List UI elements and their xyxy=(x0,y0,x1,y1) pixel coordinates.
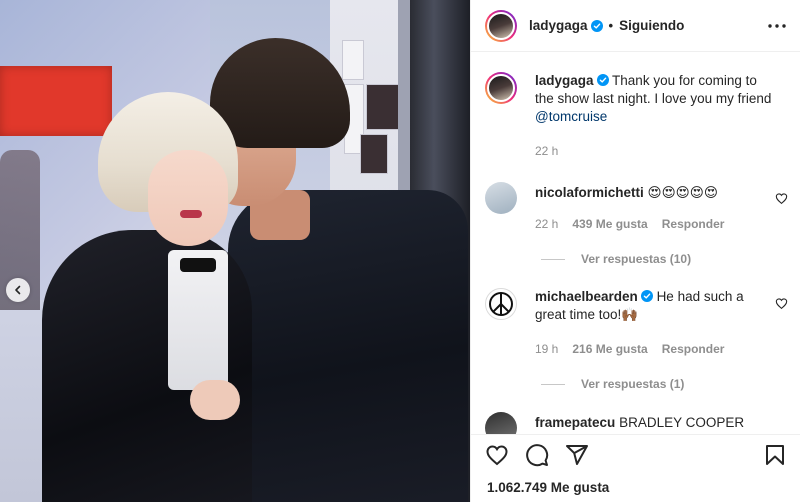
comment-meta: 19 h 216 Me gusta Responder xyxy=(535,342,724,356)
more-options-button[interactable] xyxy=(767,17,787,35)
view-replies-button[interactable]: Ver respuestas (1) xyxy=(541,377,684,391)
photo-tv-screen xyxy=(0,66,112,136)
comment-timestamp[interactable]: 19 h xyxy=(535,342,558,356)
photo-bowtie xyxy=(180,258,216,272)
likes-count[interactable]: 1.062.749 Me gusta xyxy=(487,480,609,495)
comment-like-icon[interactable] xyxy=(775,297,788,310)
comment-like-icon[interactable] xyxy=(775,192,788,205)
comment-item: michaelbearden He had such a great time … xyxy=(485,288,785,324)
share-icon[interactable] xyxy=(565,443,589,467)
commenter-avatar[interactable] xyxy=(485,182,517,214)
carousel-prev-button[interactable] xyxy=(6,278,30,302)
comment-text: BRADLEY COOPER xyxy=(619,415,745,430)
chevron-left-icon xyxy=(15,285,21,295)
bookmark-icon[interactable] xyxy=(763,443,787,467)
verified-badge-icon xyxy=(640,290,653,302)
heart-icon[interactable] xyxy=(485,443,509,467)
photo-hand xyxy=(190,380,240,420)
photo-woman-lips xyxy=(180,210,202,218)
post-header: ladygaga • Siguiendo xyxy=(471,0,800,52)
photo-elevator-sign xyxy=(366,84,400,130)
replies-divider xyxy=(541,383,565,385)
comment-item: nicolaformichetti 😍😍😍😍😍 xyxy=(485,182,785,214)
view-replies-label: Ver respuestas (1) xyxy=(581,377,685,391)
caption-mention-link[interactable]: @tomcruise xyxy=(535,109,607,124)
comment-item-partial: framepatecu BRADLEY COOPER xyxy=(485,412,800,434)
peace-sign-icon xyxy=(489,292,513,316)
caption: ladygaga Thank you for coming to the sho… xyxy=(485,72,785,126)
author-avatar[interactable] xyxy=(485,9,517,42)
author-username[interactable]: ladygaga xyxy=(529,18,588,33)
comment-icon[interactable] xyxy=(525,443,549,467)
separator-dot: • xyxy=(608,18,614,33)
verified-badge-icon xyxy=(590,19,603,32)
reply-button[interactable]: Responder xyxy=(662,342,725,356)
comment-text: 😍😍😍😍😍 xyxy=(647,185,718,200)
reply-button[interactable]: Responder xyxy=(662,217,725,231)
comment-timestamp[interactable]: 22 h xyxy=(535,217,558,231)
comment-username[interactable]: framepatecu xyxy=(535,415,615,430)
commenter-avatar[interactable] xyxy=(485,412,517,434)
caption-text-block: ladygaga Thank you for coming to the sho… xyxy=(535,72,775,126)
post-side-panel: ladygaga • Siguiendo ladygaga Thank you … xyxy=(470,0,800,502)
caption-timestamp[interactable]: 22 h xyxy=(535,144,558,158)
comment-likes[interactable]: 216 Me gusta xyxy=(572,342,647,356)
caption-username[interactable]: ladygaga xyxy=(535,73,594,88)
comment-username[interactable]: michaelbearden xyxy=(535,289,638,304)
caption-avatar[interactable] xyxy=(485,72,517,104)
comment-likes[interactable]: 439 Me gusta xyxy=(572,217,647,231)
comment-text-block: nicolaformichetti 😍😍😍😍😍 xyxy=(535,182,765,214)
comment-username[interactable]: nicolaformichetti xyxy=(535,185,644,200)
follow-status-button[interactable]: Siguiendo xyxy=(619,18,684,33)
view-replies-button[interactable]: Ver respuestas (10) xyxy=(541,252,691,266)
post-photo[interactable] xyxy=(0,0,470,502)
replies-divider xyxy=(541,258,565,260)
photo-woman-face xyxy=(148,150,228,246)
comment-meta: 22 h 439 Me gusta Responder xyxy=(535,217,724,231)
commenter-avatar[interactable] xyxy=(485,288,517,320)
photo-poster xyxy=(342,40,364,80)
view-replies-label: Ver respuestas (10) xyxy=(581,252,692,266)
more-horizontal-icon xyxy=(768,24,786,28)
photo-notice-dark xyxy=(360,134,388,174)
verified-badge-icon xyxy=(596,74,609,86)
post-action-bar xyxy=(471,434,800,470)
comment-text-block: michaelbearden He had such a great time … xyxy=(535,288,765,324)
